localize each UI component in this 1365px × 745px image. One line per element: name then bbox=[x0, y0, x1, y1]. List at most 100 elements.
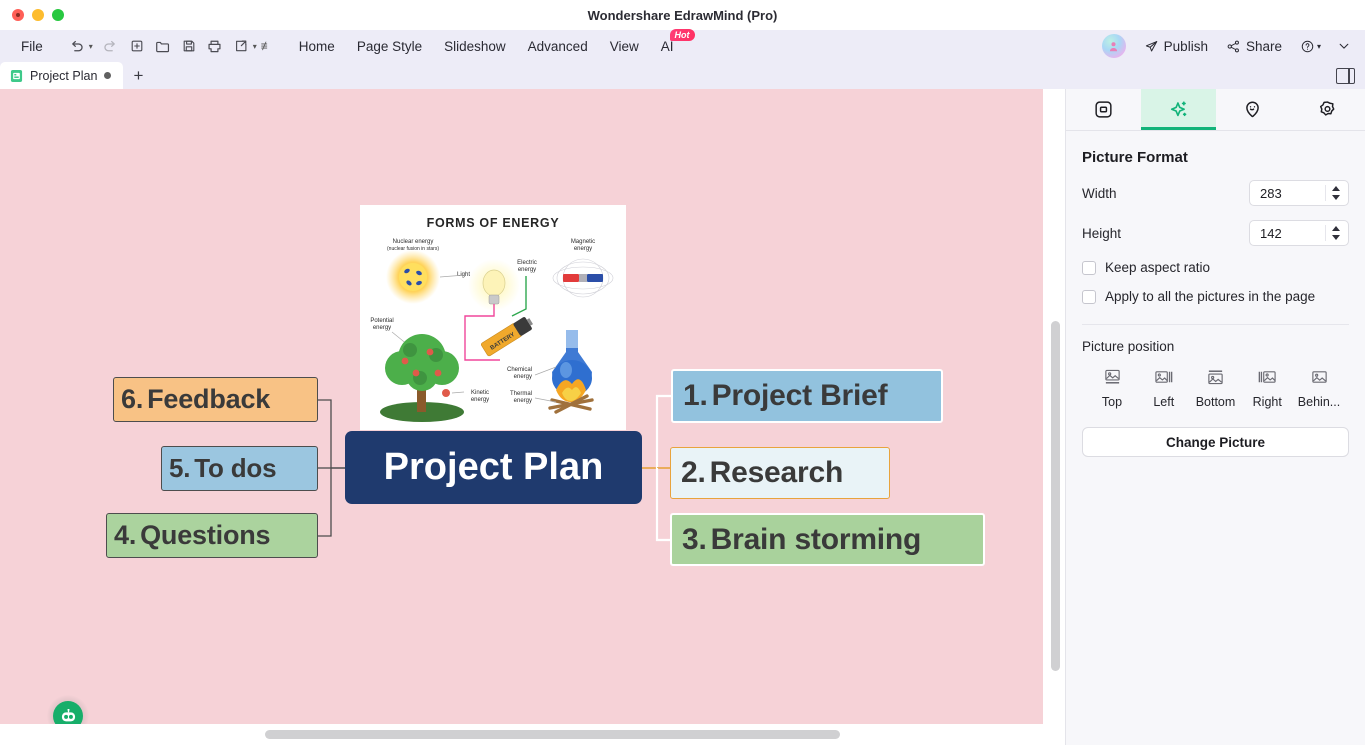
width-stepper[interactable] bbox=[1249, 180, 1349, 206]
height-label: Height bbox=[1082, 225, 1122, 241]
doc-tab-project-plan[interactable]: Project Plan bbox=[0, 62, 124, 89]
menu-home[interactable]: Home bbox=[288, 35, 346, 58]
mindmap-node-brain-storming[interactable]: 3. Brain storming bbox=[670, 513, 985, 566]
node-1-label: Project Brief bbox=[711, 379, 888, 412]
height-increment-icon[interactable] bbox=[1332, 226, 1340, 231]
height-decrement-icon[interactable] bbox=[1332, 235, 1340, 240]
tab-style[interactable] bbox=[1066, 89, 1141, 130]
position-right-label: Right bbox=[1252, 395, 1282, 409]
node-4-label: Questions bbox=[140, 520, 271, 550]
unsaved-indicator[interactable] bbox=[104, 72, 112, 79]
position-top[interactable]: Top bbox=[1088, 368, 1136, 409]
menu-slideshow[interactable]: Slideshow bbox=[433, 35, 517, 58]
mindmap-node-feedback[interactable]: 6. Feedback bbox=[113, 377, 318, 422]
mindmap-node-project-brief[interactable]: 1. Project Brief bbox=[671, 369, 943, 423]
change-picture-button[interactable]: Change Picture bbox=[1082, 427, 1349, 457]
panel-toggle-icon[interactable] bbox=[1336, 67, 1355, 84]
tab-settings[interactable] bbox=[1290, 89, 1365, 130]
canvas-vertical-scrollbar[interactable] bbox=[1051, 321, 1060, 671]
hot-badge: Hot bbox=[669, 28, 695, 42]
width-decrement-icon[interactable] bbox=[1332, 195, 1340, 200]
mindmap-node-center[interactable]: Project Plan bbox=[345, 431, 642, 504]
share-button[interactable]: Share bbox=[1218, 35, 1290, 58]
save-icon[interactable] bbox=[176, 33, 202, 59]
svg-text:energy: energy bbox=[518, 267, 536, 273]
svg-text:energy: energy bbox=[514, 374, 532, 380]
node-2-number: 2. bbox=[681, 456, 706, 489]
keep-aspect-ratio-checkbox[interactable] bbox=[1082, 260, 1096, 275]
menu-file[interactable]: File bbox=[10, 35, 54, 58]
window-controls bbox=[0, 9, 64, 21]
picture-position-options: Top Left Bottom Right Behin... bbox=[1066, 354, 1365, 409]
print-icon[interactable] bbox=[202, 33, 228, 59]
close-button[interactable] bbox=[12, 9, 24, 21]
tab-ai[interactable] bbox=[1140, 89, 1216, 130]
apply-all-row[interactable]: Apply to all the pictures in the page bbox=[1066, 289, 1365, 304]
node-1-number: 1. bbox=[683, 379, 708, 412]
menu-page-style[interactable]: Page Style bbox=[346, 35, 433, 58]
mindmap-canvas[interactable]: FORMS OF ENERGY Nuclear energy (nuclear … bbox=[0, 89, 1065, 745]
picture-artwork: Nuclear energy (nuclear fusion in stars)… bbox=[370, 239, 614, 422]
svg-text:Magnetic: Magnetic bbox=[571, 239, 595, 245]
node-2-label: Research bbox=[709, 456, 844, 489]
node-6-label: Feedback bbox=[147, 384, 271, 414]
svg-text:energy: energy bbox=[373, 325, 391, 331]
window-titlebar: Wondershare EdrawMind (Pro) bbox=[0, 0, 1365, 30]
menu-advanced[interactable]: Advanced bbox=[517, 35, 599, 58]
right-panel: Picture Format Width Height bbox=[1065, 89, 1365, 745]
mindmap-file-icon bbox=[10, 69, 23, 82]
picture-position-label: Picture position bbox=[1082, 339, 1175, 354]
height-input[interactable] bbox=[1250, 221, 1316, 245]
position-bottom-label: Bottom bbox=[1195, 395, 1236, 409]
width-row: Width bbox=[1066, 180, 1365, 206]
new-tab-button[interactable]: + bbox=[123, 62, 153, 89]
position-left[interactable]: Left bbox=[1140, 368, 1188, 409]
menu-view[interactable]: View bbox=[599, 35, 650, 58]
width-increment-icon[interactable] bbox=[1332, 186, 1340, 191]
node-6-number: 6. bbox=[121, 384, 144, 414]
panel-title: Picture Format bbox=[1082, 149, 1188, 166]
keep-aspect-ratio-label: Keep aspect ratio bbox=[1105, 260, 1211, 275]
menu-ai[interactable]: AI Hot bbox=[650, 28, 695, 58]
svg-text:Nuclear energy: Nuclear energy bbox=[393, 239, 434, 245]
canvas-horizontal-scrollbar[interactable] bbox=[265, 730, 840, 739]
redo-icon[interactable] bbox=[98, 33, 124, 59]
height-stepper[interactable] bbox=[1249, 220, 1349, 246]
node-3-label: Brain storming bbox=[710, 522, 922, 556]
mindmap-node-questions[interactable]: 4. Questions bbox=[106, 513, 318, 558]
tab-emoji[interactable] bbox=[1216, 89, 1291, 130]
publish-label: Publish bbox=[1163, 38, 1208, 54]
mindmap-node-to-dos[interactable]: 5. To dos bbox=[161, 446, 318, 491]
height-row: Height bbox=[1066, 220, 1365, 246]
open-icon[interactable] bbox=[150, 33, 176, 59]
help-icon[interactable]: ▾ bbox=[1292, 35, 1329, 58]
panel-tabs bbox=[1066, 89, 1365, 131]
minimize-button[interactable] bbox=[32, 9, 44, 21]
new-icon[interactable] bbox=[124, 33, 150, 59]
svg-text:Thermal: Thermal bbox=[510, 391, 532, 397]
energy-picture[interactable]: FORMS OF ENERGY Nuclear energy (nuclear … bbox=[360, 205, 626, 430]
node-4-number: 4. bbox=[114, 520, 137, 550]
menu-right-group: Publish Share ▾ bbox=[1101, 30, 1357, 62]
position-top-label: Top bbox=[1101, 395, 1123, 409]
width-label: Width bbox=[1082, 185, 1117, 201]
avatar[interactable] bbox=[1101, 34, 1126, 58]
position-bottom[interactable]: Bottom bbox=[1192, 368, 1240, 409]
collapse-ribbon-icon[interactable] bbox=[1331, 35, 1357, 57]
app-title: Wondershare EdrawMind (Pro) bbox=[587, 7, 778, 23]
position-right[interactable]: Right bbox=[1243, 368, 1291, 409]
more-toolbar-icon[interactable]: ≢ bbox=[258, 33, 276, 59]
keep-aspect-ratio-row[interactable]: Keep aspect ratio bbox=[1066, 260, 1365, 275]
mindmap-node-research[interactable]: 2. Research bbox=[670, 447, 890, 499]
apply-all-checkbox[interactable] bbox=[1082, 289, 1096, 304]
position-behind[interactable]: Behin... bbox=[1295, 368, 1343, 409]
svg-text:Kinetic: Kinetic bbox=[471, 390, 489, 396]
svg-text:Electric: Electric bbox=[517, 260, 537, 266]
publish-button[interactable]: Publish bbox=[1136, 35, 1216, 58]
undo-dropdown-icon[interactable]: ▾ bbox=[86, 33, 96, 59]
svg-text:energy: energy bbox=[514, 398, 532, 404]
node-5-label: To dos bbox=[194, 453, 277, 483]
svg-text:Potential: Potential bbox=[370, 318, 393, 324]
maximize-button[interactable] bbox=[52, 9, 64, 21]
width-input[interactable] bbox=[1250, 181, 1316, 205]
